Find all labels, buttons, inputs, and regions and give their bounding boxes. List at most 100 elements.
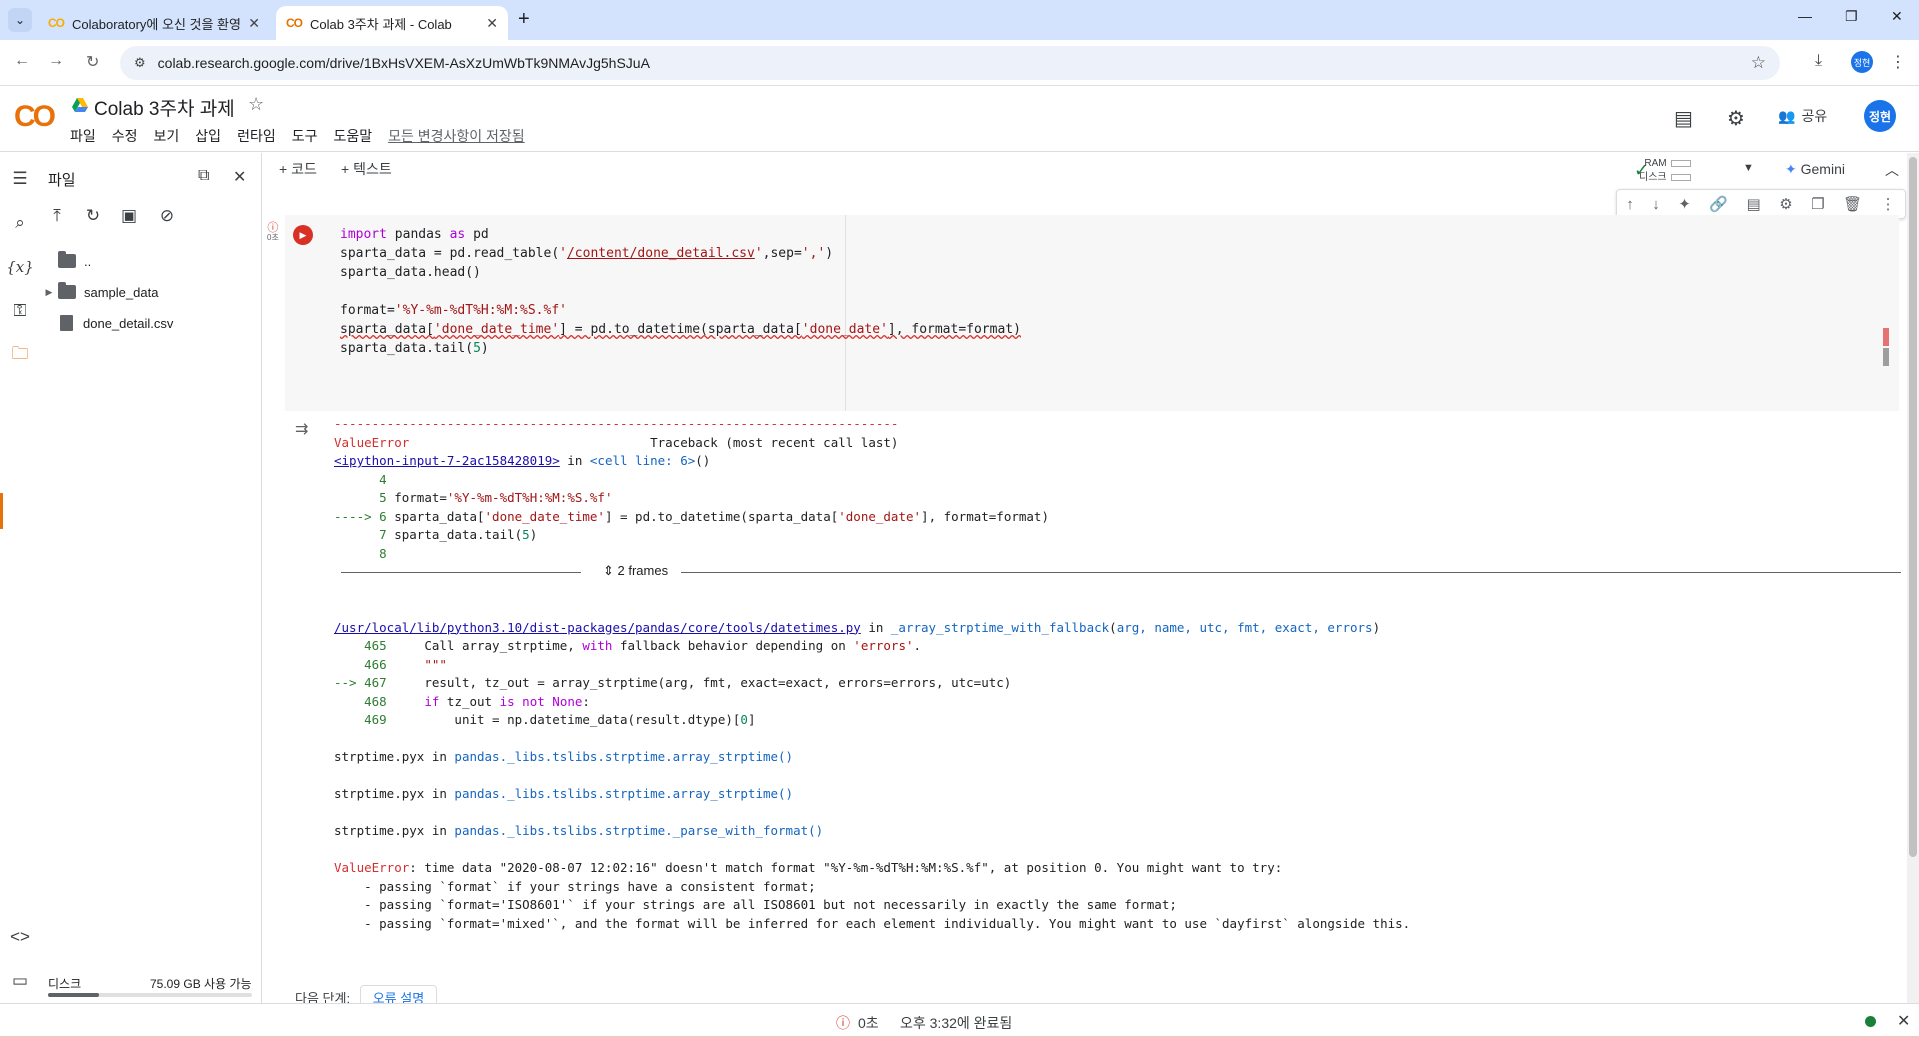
- browser-menu-icon[interactable]: ⋮: [1890, 52, 1906, 72]
- url-text: colab.research.google.com/drive/1BxHsVXE…: [157, 55, 650, 71]
- bookmark-star-icon[interactable]: ☆: [1751, 53, 1766, 73]
- mount-drive-icon[interactable]: ▣: [118, 205, 140, 227]
- close-panel-icon[interactable]: ✕: [233, 167, 246, 187]
- notebook-scrollbar[interactable]: [1907, 153, 1919, 1003]
- menu-view[interactable]: 보기: [154, 126, 180, 146]
- output-actions-icon[interactable]: ⇉: [295, 419, 308, 439]
- table-of-contents-icon[interactable]: ☰: [8, 167, 32, 191]
- runtime-dropdown-icon[interactable]: ▼: [1743, 162, 1754, 174]
- browser-tab-welcome[interactable]: CO Colaboratory에 오신 것을 환영 ✕: [38, 6, 270, 40]
- close-window-icon[interactable]: ✕: [1891, 8, 1903, 25]
- variables-icon[interactable]: {x}: [6, 255, 34, 279]
- share-button[interactable]: 👥 공유: [1778, 106, 1827, 126]
- status-bar: ⓘ 0초 오후 3:32에 완료됨 ✕: [0, 1003, 1919, 1038]
- hide-files-icon[interactable]: ⊘: [156, 205, 178, 227]
- code-cell[interactable]: ⓘ 0초 ▶ import pandas as pd sparta_data = …: [267, 215, 1899, 411]
- secrets-key-icon[interactable]: ⚿: [8, 299, 32, 323]
- upload-file-icon[interactable]: ⤒: [46, 205, 68, 227]
- move-up-icon[interactable]: ↑: [1626, 196, 1634, 213]
- run-cell-button[interactable]: ▶: [293, 225, 313, 245]
- mirror-cell-icon[interactable]: ❐: [1811, 195, 1824, 213]
- delete-icon[interactable]: 🗑: [1843, 195, 1862, 213]
- move-down-icon[interactable]: ↓: [1652, 196, 1660, 213]
- code-snippets-icon[interactable]: <>: [8, 925, 32, 949]
- colab-favicon-icon: CO: [48, 16, 65, 30]
- restore-icon[interactable]: ❐: [1845, 8, 1858, 25]
- browser-profile-avatar[interactable]: 정현: [1851, 51, 1873, 73]
- traceback-text: ----------------------------------------…: [334, 416, 1411, 931]
- add-text-button[interactable]: + 텍스트: [341, 159, 392, 179]
- tab-search-chevron-icon[interactable]: ⌄: [8, 8, 32, 32]
- close-tab-icon[interactable]: ✕: [248, 15, 260, 32]
- menu-insert[interactable]: 삽입: [195, 126, 221, 146]
- url-bar[interactable]: ⚙ colab.research.google.com/drive/1BxHsV…: [120, 46, 1780, 80]
- files-panel-title: 파일: [48, 172, 76, 189]
- frames-toggle[interactable]: ⇕ 2 frames: [603, 563, 668, 579]
- code-editor[interactable]: import pandas as pd sparta_data = pd.rea…: [340, 225, 1021, 358]
- disk-available: 75.09 GB 사용 가능: [150, 977, 252, 991]
- scrollbar-thumb[interactable]: [1909, 157, 1917, 857]
- google-drive-icon[interactable]: [72, 98, 88, 112]
- reload-icon[interactable]: ↻: [86, 52, 99, 72]
- active-indicator: [0, 493, 3, 529]
- person-add-icon: 👥: [1778, 107, 1796, 124]
- gemini-button[interactable]: ✦ Gemini: [1785, 161, 1845, 178]
- resource-monitor[interactable]: RAM 디스크: [1639, 157, 1691, 185]
- runtime-status-dot[interactable]: [1865, 1016, 1876, 1027]
- frames-divider-right: [681, 572, 1901, 573]
- notebook-title[interactable]: Colab 3주차 과제: [94, 94, 235, 121]
- menu-tools[interactable]: 도구: [292, 126, 318, 146]
- colab-logo[interactable]: CO: [14, 100, 56, 134]
- exec-time: 0초: [267, 233, 279, 242]
- settings-gear-icon[interactable]: ⚙: [1727, 106, 1745, 131]
- cell-settings-icon[interactable]: ⚙: [1779, 195, 1792, 213]
- file-icon: [60, 315, 73, 331]
- save-status[interactable]: 모든 변경사항이 저장됨: [388, 126, 525, 146]
- more-options-icon[interactable]: ⋮: [1881, 195, 1896, 213]
- files-folder-icon[interactable]: 🗀: [8, 343, 32, 367]
- collapse-header-icon[interactable]: ︿: [1885, 160, 1899, 180]
- refresh-icon[interactable]: ↻: [82, 205, 104, 227]
- star-notebook-icon[interactable]: ☆: [248, 94, 264, 115]
- file-entry-parent[interactable]: ..: [58, 249, 91, 273]
- command-palette-icon[interactable]: ▭: [8, 969, 32, 993]
- comment-icon[interactable]: ▤: [1674, 106, 1693, 131]
- menu-runtime[interactable]: 런타임: [237, 126, 276, 146]
- error-scroll-marker: [1883, 328, 1889, 346]
- download-icon[interactable]: ⤓: [1815, 52, 1822, 70]
- minimize-icon[interactable]: —: [1798, 8, 1812, 24]
- gemini-label: Gemini: [1800, 161, 1845, 177]
- menu-file[interactable]: 파일: [70, 126, 96, 146]
- frames-label: 2 frames: [617, 563, 669, 578]
- search-icon[interactable]: ⌕: [8, 211, 32, 235]
- menu-bar: 파일 수정 보기 삽입 런타임 도구 도움말 모든 변경사항이 저장됨: [70, 126, 541, 146]
- browser-tab-bar: ⌄ CO Colaboratory에 오신 것을 환영 ✕ CO Colab 3…: [0, 0, 1919, 40]
- file-entry-csv[interactable]: done_detail.csv: [60, 311, 173, 335]
- menu-edit[interactable]: 수정: [112, 126, 138, 146]
- user-avatar[interactable]: 정현: [1864, 100, 1896, 132]
- gemini-cell-icon[interactable]: ✦: [1678, 195, 1691, 213]
- link-icon[interactable]: 🔗: [1709, 195, 1728, 213]
- ram-bar: [1670, 159, 1691, 167]
- add-code-button[interactable]: + 코드: [279, 159, 317, 179]
- gemini-sparkle-icon: ✦: [1785, 161, 1797, 177]
- status-error-icon: ⓘ: [836, 1015, 850, 1031]
- status-completed[interactable]: 오후 3:32에 완료됨: [900, 1013, 1012, 1033]
- new-tab-icon[interactable]: +: [518, 8, 530, 31]
- site-info-icon[interactable]: ⚙: [134, 55, 146, 71]
- forward-icon[interactable]: →: [48, 52, 64, 70]
- browser-tab-notebook[interactable]: CO Colab 3주차 과제 - Colab ✕: [276, 6, 508, 40]
- close-status-icon[interactable]: ✕: [1897, 1011, 1910, 1031]
- collapsed-frames[interactable]: ⇕ 2 frames: [341, 563, 1901, 583]
- file-entry-sample-data[interactable]: ▶ sample_data: [40, 280, 158, 304]
- open-in-tab-icon[interactable]: ⧉: [198, 167, 209, 185]
- folder-icon: [58, 282, 76, 299]
- file-name: done_detail.csv: [83, 315, 174, 331]
- expand-arrow-icon[interactable]: ▶: [40, 287, 58, 298]
- close-tab-icon[interactable]: ✕: [486, 15, 498, 32]
- menu-help[interactable]: 도움말: [333, 126, 372, 146]
- comment-icon[interactable]: ▤: [1747, 195, 1761, 213]
- back-icon[interactable]: ←: [14, 52, 30, 70]
- colab-favicon-icon: CO: [286, 16, 303, 30]
- tab-title: Colab 3주차 과제 - Colab: [310, 16, 452, 32]
